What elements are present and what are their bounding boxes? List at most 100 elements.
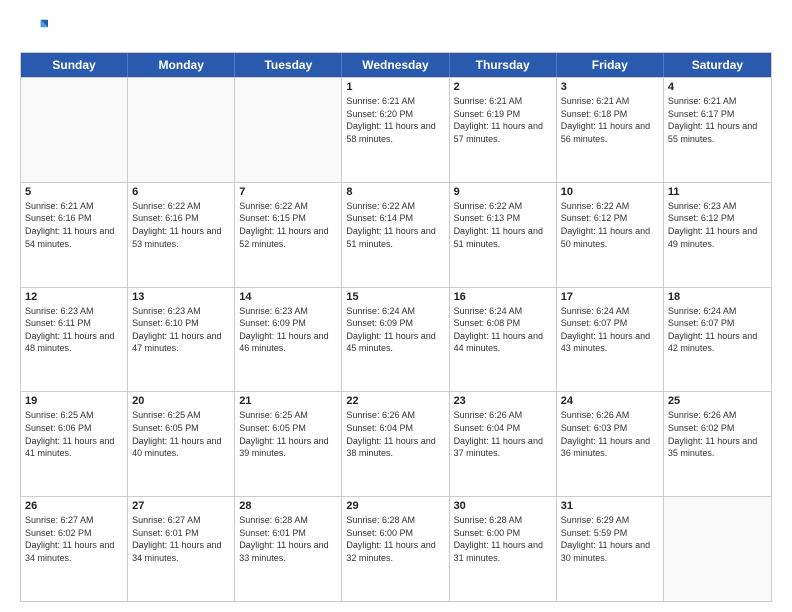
calendar-row: 12 Sunrise: 6:23 AM Sunset: 6:11 PM Dayli… [21,287,771,392]
day-number: 19 [25,395,123,407]
calendar-cell: 11 Sunrise: 6:23 AM Sunset: 6:12 PM Dayli… [664,183,771,287]
calendar-row: 26 Sunrise: 6:27 AM Sunset: 6:02 PM Dayli… [21,496,771,601]
cell-info: Sunrise: 6:28 AM Sunset: 6:00 PM Dayligh… [346,514,444,564]
day-number: 15 [346,291,444,303]
calendar-cell: 7 Sunrise: 6:22 AM Sunset: 6:15 PM Daylig… [235,183,342,287]
cell-info: Sunrise: 6:24 AM Sunset: 6:07 PM Dayligh… [668,305,767,355]
day-number: 11 [668,186,767,198]
day-number: 22 [346,395,444,407]
calendar-cell: 20 Sunrise: 6:25 AM Sunset: 6:05 PM Dayli… [128,392,235,496]
day-number: 9 [454,186,552,198]
cell-info: Sunrise: 6:26 AM Sunset: 6:02 PM Dayligh… [668,409,767,459]
day-number: 12 [25,291,123,303]
calendar-body: 1Sunrise: 6:21 AM Sunset: 6:20 PM Daylig… [21,77,771,601]
calendar-cell: 12 Sunrise: 6:23 AM Sunset: 6:11 PM Dayli… [21,288,128,392]
cell-info: Sunrise: 6:22 AM Sunset: 6:12 PM Dayligh… [561,200,659,250]
day-number: 3 [561,81,659,93]
day-number: 2 [454,81,552,93]
header-day: Monday [128,53,235,77]
cell-info: Sunrise: 6:23 AM Sunset: 6:11 PM Dayligh… [25,305,123,355]
calendar-cell: 21 Sunrise: 6:25 AM Sunset: 6:05 PM Dayli… [235,392,342,496]
day-number: 5 [25,186,123,198]
header-day: Thursday [450,53,557,77]
day-number: 30 [454,500,552,512]
day-number: 7 [239,186,337,198]
calendar-cell: 17Sunrise: 6:24 AM Sunset: 6:07 PM Dayli… [557,288,664,392]
calendar-cell: 1Sunrise: 6:21 AM Sunset: 6:20 PM Daylig… [342,78,449,182]
cell-info: Sunrise: 6:23 AM Sunset: 6:10 PM Dayligh… [132,305,230,355]
cell-info: Sunrise: 6:24 AM Sunset: 6:09 PM Dayligh… [346,305,444,355]
logo [20,16,52,44]
cell-info: Sunrise: 6:21 AM Sunset: 6:16 PM Dayligh… [25,200,123,250]
day-number: 13 [132,291,230,303]
calendar-cell [235,78,342,182]
cell-info: Sunrise: 6:24 AM Sunset: 6:07 PM Dayligh… [561,305,659,355]
calendar-row: 5 Sunrise: 6:21 AM Sunset: 6:16 PM Daylig… [21,182,771,287]
calendar-cell: 4Sunrise: 6:21 AM Sunset: 6:17 PM Daylig… [664,78,771,182]
header-day: Saturday [664,53,771,77]
day-number: 6 [132,186,230,198]
cell-info: Sunrise: 6:28 AM Sunset: 6:00 PM Dayligh… [454,514,552,564]
day-number: 29 [346,500,444,512]
calendar-row: 1Sunrise: 6:21 AM Sunset: 6:20 PM Daylig… [21,77,771,182]
day-number: 20 [132,395,230,407]
calendar-cell: 10 Sunrise: 6:22 AM Sunset: 6:12 PM Dayli… [557,183,664,287]
day-number: 16 [454,291,552,303]
day-number: 1 [346,81,444,93]
calendar-cell: 14 Sunrise: 6:23 AM Sunset: 6:09 PM Dayli… [235,288,342,392]
calendar-cell: 26 Sunrise: 6:27 AM Sunset: 6:02 PM Dayli… [21,497,128,601]
cell-info: Sunrise: 6:22 AM Sunset: 6:14 PM Dayligh… [346,200,444,250]
calendar-cell: 29 Sunrise: 6:28 AM Sunset: 6:00 PM Dayli… [342,497,449,601]
logo-icon [20,16,48,44]
day-number: 28 [239,500,337,512]
day-number: 27 [132,500,230,512]
calendar-cell: 31 Sunrise: 6:29 AM Sunset: 5:59 PM Dayli… [557,497,664,601]
cell-info: Sunrise: 6:22 AM Sunset: 6:16 PM Dayligh… [132,200,230,250]
day-number: 14 [239,291,337,303]
cell-info: Sunrise: 6:27 AM Sunset: 6:02 PM Dayligh… [25,514,123,564]
cell-info: Sunrise: 6:23 AM Sunset: 6:09 PM Dayligh… [239,305,337,355]
day-number: 18 [668,291,767,303]
cell-info: Sunrise: 6:28 AM Sunset: 6:01 PM Dayligh… [239,514,337,564]
day-number: 26 [25,500,123,512]
cell-info: Sunrise: 6:25 AM Sunset: 6:05 PM Dayligh… [239,409,337,459]
calendar-cell [128,78,235,182]
calendar-header: SundayMondayTuesdayWednesdayThursdayFrid… [21,53,771,77]
header-day: Wednesday [342,53,449,77]
header-day: Tuesday [235,53,342,77]
calendar-cell: 8Sunrise: 6:22 AM Sunset: 6:14 PM Daylig… [342,183,449,287]
day-number: 31 [561,500,659,512]
header [20,16,772,44]
cell-info: Sunrise: 6:23 AM Sunset: 6:12 PM Dayligh… [668,200,767,250]
header-day: Sunday [21,53,128,77]
calendar-cell: 5 Sunrise: 6:21 AM Sunset: 6:16 PM Daylig… [21,183,128,287]
cell-info: Sunrise: 6:26 AM Sunset: 6:04 PM Dayligh… [346,409,444,459]
day-number: 23 [454,395,552,407]
calendar-cell: 23 Sunrise: 6:26 AM Sunset: 6:04 PM Dayli… [450,392,557,496]
calendar: SundayMondayTuesdayWednesdayThursdayFrid… [20,52,772,602]
cell-info: Sunrise: 6:25 AM Sunset: 6:06 PM Dayligh… [25,409,123,459]
cell-info: Sunrise: 6:21 AM Sunset: 6:18 PM Dayligh… [561,95,659,145]
cell-info: Sunrise: 6:29 AM Sunset: 5:59 PM Dayligh… [561,514,659,564]
page: SundayMondayTuesdayWednesdayThursdayFrid… [0,0,792,612]
cell-info: Sunrise: 6:22 AM Sunset: 6:15 PM Dayligh… [239,200,337,250]
day-number: 24 [561,395,659,407]
day-number: 10 [561,186,659,198]
calendar-row: 19 Sunrise: 6:25 AM Sunset: 6:06 PM Dayli… [21,391,771,496]
cell-info: Sunrise: 6:26 AM Sunset: 6:04 PM Dayligh… [454,409,552,459]
calendar-cell: 30 Sunrise: 6:28 AM Sunset: 6:00 PM Dayli… [450,497,557,601]
cell-info: Sunrise: 6:25 AM Sunset: 6:05 PM Dayligh… [132,409,230,459]
cell-info: Sunrise: 6:24 AM Sunset: 6:08 PM Dayligh… [454,305,552,355]
calendar-cell: 6 Sunrise: 6:22 AM Sunset: 6:16 PM Daylig… [128,183,235,287]
day-number: 21 [239,395,337,407]
cell-info: Sunrise: 6:21 AM Sunset: 6:17 PM Dayligh… [668,95,767,145]
calendar-cell: 22 Sunrise: 6:26 AM Sunset: 6:04 PM Dayli… [342,392,449,496]
calendar-cell: 27Sunrise: 6:27 AM Sunset: 6:01 PM Dayli… [128,497,235,601]
calendar-cell: 16 Sunrise: 6:24 AM Sunset: 6:08 PM Dayli… [450,288,557,392]
calendar-cell: 18 Sunrise: 6:24 AM Sunset: 6:07 PM Dayli… [664,288,771,392]
calendar-cell: 13 Sunrise: 6:23 AM Sunset: 6:10 PM Dayli… [128,288,235,392]
calendar-cell: 15 Sunrise: 6:24 AM Sunset: 6:09 PM Dayli… [342,288,449,392]
cell-info: Sunrise: 6:26 AM Sunset: 6:03 PM Dayligh… [561,409,659,459]
day-number: 25 [668,395,767,407]
cell-info: Sunrise: 6:22 AM Sunset: 6:13 PM Dayligh… [454,200,552,250]
